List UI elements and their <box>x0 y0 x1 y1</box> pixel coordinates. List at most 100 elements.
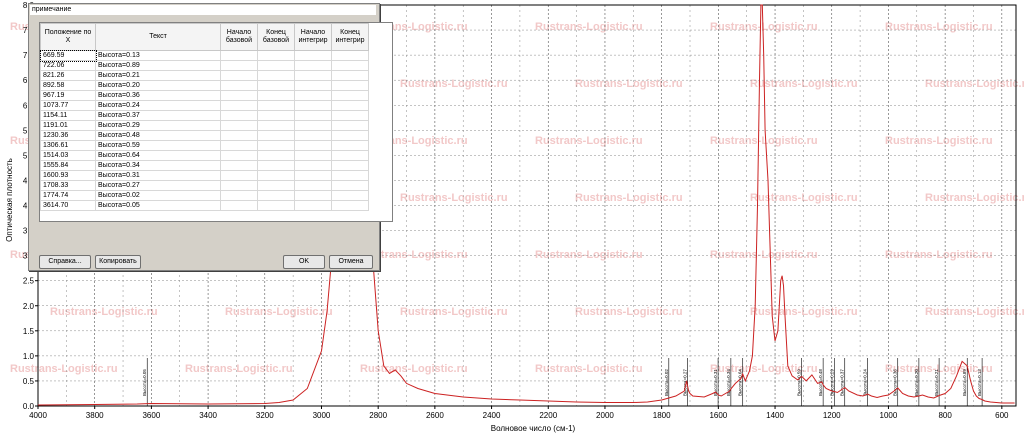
cell-empty[interactable] <box>220 100 258 111</box>
cell-empty[interactable] <box>220 80 258 91</box>
copy-button[interactable]: Копировать <box>95 255 141 269</box>
cell-text[interactable]: Высота=0.20 <box>95 80 221 91</box>
cell-position[interactable]: 3614.70 <box>40 200 96 211</box>
cell-empty[interactable] <box>257 70 295 81</box>
table-row[interactable]: 1774.74 Высота=0.02 <box>40 190 369 201</box>
cell-empty[interactable] <box>220 180 258 191</box>
cell-empty[interactable] <box>294 200 332 211</box>
cell-empty[interactable] <box>257 100 295 111</box>
cell-empty[interactable] <box>331 130 369 141</box>
cell-empty[interactable] <box>257 150 295 161</box>
cell-position[interactable]: 821.26 <box>40 70 96 81</box>
cell-position[interactable]: 1073.77 <box>40 100 96 111</box>
cell-empty[interactable] <box>331 50 369 61</box>
table-row[interactable]: 1555.84 Высота=0.34 <box>40 160 369 171</box>
cell-position[interactable]: 1191.01 <box>40 120 96 131</box>
table-row[interactable]: 1154.11 Высота=0.37 <box>40 110 369 121</box>
ok-button[interactable]: OK <box>283 255 325 269</box>
cell-empty[interactable] <box>220 150 258 161</box>
cell-position[interactable]: 1600.93 <box>40 170 96 181</box>
cell-empty[interactable] <box>220 200 258 211</box>
table-row[interactable]: 1514.03 Высота=0.64 <box>40 150 369 161</box>
column-header-text[interactable]: Текст <box>95 23 221 51</box>
cell-position[interactable]: 669.59 <box>40 49 97 62</box>
cell-position[interactable]: 1154.11 <box>40 110 96 121</box>
cell-empty[interactable] <box>331 80 369 91</box>
cell-empty[interactable] <box>331 160 369 171</box>
cell-empty[interactable] <box>294 120 332 131</box>
cell-empty[interactable] <box>331 170 369 181</box>
cell-empty[interactable] <box>294 190 332 201</box>
cell-text[interactable]: Высота=0.24 <box>95 100 221 111</box>
cell-position[interactable]: 1555.84 <box>40 160 96 171</box>
table-row[interactable]: 1073.77 Высота=0.24 <box>40 100 369 111</box>
cell-empty[interactable] <box>257 170 295 181</box>
cell-text[interactable]: Высота=0.13 <box>95 50 221 61</box>
cell-text[interactable]: Высота=0.21 <box>95 70 221 81</box>
cell-empty[interactable] <box>331 110 369 121</box>
cell-position[interactable]: 1230.36 <box>40 130 96 141</box>
cell-empty[interactable] <box>294 150 332 161</box>
table-row[interactable]: 1230.36 Высота=0.48 <box>40 130 369 141</box>
cell-position[interactable]: 892.58 <box>40 80 96 91</box>
cell-text[interactable]: Высота=0.36 <box>95 90 221 101</box>
cell-empty[interactable] <box>220 190 258 201</box>
cell-empty[interactable] <box>220 160 258 171</box>
table-row[interactable]: 1191.01 Высота=0.29 <box>40 120 369 131</box>
cell-text[interactable]: Высота=0.64 <box>95 150 221 161</box>
cell-empty[interactable] <box>257 190 295 201</box>
cell-empty[interactable] <box>220 70 258 81</box>
cell-empty[interactable] <box>331 190 369 201</box>
cell-empty[interactable] <box>257 60 295 71</box>
cell-empty[interactable] <box>331 100 369 111</box>
cell-empty[interactable] <box>257 140 295 151</box>
cell-position[interactable]: 1306.61 <box>40 140 96 151</box>
cell-empty[interactable] <box>294 130 332 141</box>
cell-empty[interactable] <box>294 140 332 151</box>
table-row[interactable]: 3614.70 Высота=0.05 <box>40 200 369 211</box>
cell-empty[interactable] <box>331 140 369 151</box>
cell-empty[interactable] <box>294 80 332 91</box>
cell-empty[interactable] <box>220 170 258 181</box>
cell-position[interactable]: 1774.74 <box>40 190 96 201</box>
cell-empty[interactable] <box>257 50 295 61</box>
cell-empty[interactable] <box>257 160 295 171</box>
cell-empty[interactable] <box>294 170 332 181</box>
column-header-integration-start[interactable]: Начало интегрир <box>294 23 332 51</box>
table-row[interactable]: 821.26 Высота=0.21 <box>40 70 369 81</box>
cell-empty[interactable] <box>331 150 369 161</box>
cell-empty[interactable] <box>220 130 258 141</box>
column-header-integration-end[interactable]: Конец интегрир <box>331 23 369 51</box>
cell-empty[interactable] <box>331 70 369 81</box>
cell-text[interactable]: Высота=0.34 <box>95 160 221 171</box>
cell-empty[interactable] <box>294 100 332 111</box>
cell-empty[interactable] <box>331 200 369 211</box>
table-row[interactable]: 669.59 Высота=0.13 <box>40 49 369 62</box>
cell-empty[interactable] <box>331 180 369 191</box>
cell-empty[interactable] <box>220 50 258 61</box>
cell-empty[interactable] <box>257 130 295 141</box>
cell-empty[interactable] <box>294 90 332 101</box>
cell-text[interactable]: Высота=0.05 <box>95 200 221 211</box>
cell-text[interactable]: Высота=0.29 <box>95 120 221 131</box>
cell-text[interactable]: Высота=0.31 <box>95 170 221 181</box>
cell-empty[interactable] <box>257 90 295 101</box>
cell-empty[interactable] <box>331 90 369 101</box>
table-row[interactable]: 722.06 Высота=0.89 <box>40 60 369 71</box>
cell-position[interactable]: 722.06 <box>40 60 96 71</box>
cell-empty[interactable] <box>294 160 332 171</box>
cell-empty[interactable] <box>294 110 332 121</box>
cell-text[interactable]: Высота=0.02 <box>95 190 221 201</box>
cell-text[interactable]: Высота=0.27 <box>95 180 221 191</box>
column-header-baseline-end[interactable]: Конец базовой <box>257 23 295 51</box>
cell-empty[interactable] <box>331 60 369 71</box>
table-row[interactable]: 1708.33 Высота=0.27 <box>40 180 369 191</box>
cell-empty[interactable] <box>220 110 258 121</box>
cell-empty[interactable] <box>294 50 332 61</box>
cell-empty[interactable] <box>257 180 295 191</box>
cell-text[interactable]: Высота=0.37 <box>95 110 221 121</box>
cell-empty[interactable] <box>257 200 295 211</box>
cell-empty[interactable] <box>220 140 258 151</box>
cell-position[interactable]: 1708.33 <box>40 180 96 191</box>
cell-empty[interactable] <box>331 120 369 131</box>
